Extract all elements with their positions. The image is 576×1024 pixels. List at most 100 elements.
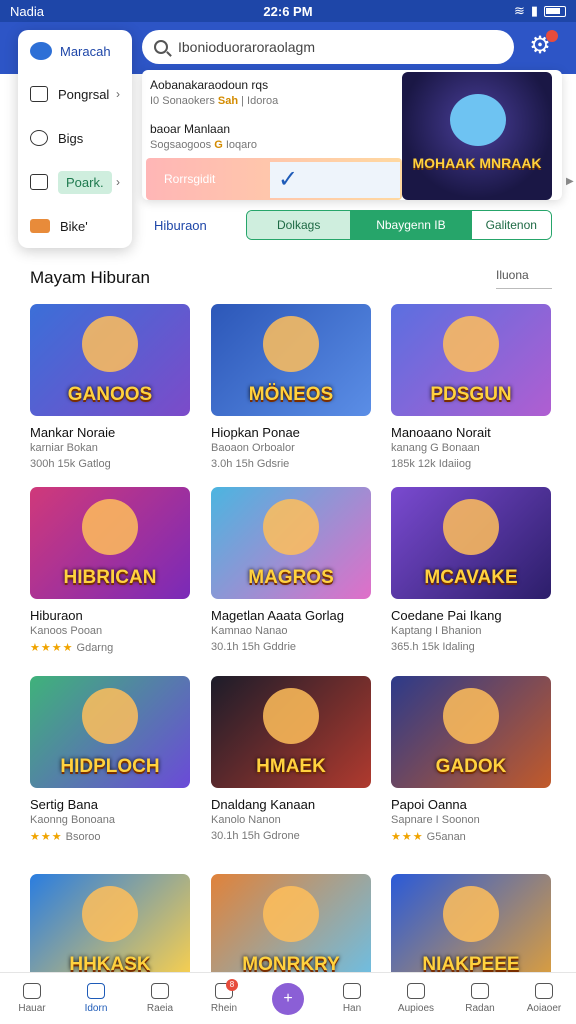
promo-title: MOHAAK MNRAAK xyxy=(412,155,542,171)
game-thumbnail[interactable]: PDSGUN xyxy=(391,304,551,416)
see-all-link[interactable]: Iluona xyxy=(496,268,552,289)
menu-item-label: Pongrsal xyxy=(58,86,110,102)
game-thumbnail[interactable]: NIAKPEEE xyxy=(391,874,551,986)
game-card[interactable]: HIDPLOCH Sertig Bana Kaonng Bonoana ★★★ Bso… xyxy=(30,676,190,843)
chevron-right-icon[interactable]: ▶ xyxy=(566,176,574,187)
suggestion-item[interactable]: baoar Manlaan Sogsaogoos G Ioqaro xyxy=(150,122,400,151)
check-icon[interactable]: ✓ xyxy=(270,162,400,198)
game-icon xyxy=(343,983,361,999)
game-stats: Gdarng xyxy=(76,642,114,654)
menu-item-label: Poark. xyxy=(58,170,112,194)
clock: 22:6 PM xyxy=(263,3,313,19)
wallet-icon xyxy=(30,174,48,190)
game-card[interactable]: GANOOS Mankar Noraie karniar Bokan 300h 15k… xyxy=(30,304,190,470)
side-menu: Maracah Pongrsal › Bigs Poark. › Bike' xyxy=(18,30,132,248)
bottom-nav: Hauar Idorn Raeia 8 Rhein + Han Aupioes Radan Aoi… xyxy=(0,972,576,1024)
menu-item-bike[interactable]: Bike' xyxy=(18,204,132,248)
segment-nbaygenn[interactable]: Nbaygenn IB xyxy=(350,211,472,239)
settings-button[interactable]: ⚙ xyxy=(526,30,558,60)
game-thumbnail[interactable]: MAGROS xyxy=(211,487,371,599)
search-input[interactable]: Ibonioduoraroraolagm xyxy=(142,30,514,64)
nav-tab-search[interactable]: Raeia xyxy=(128,973,192,1024)
mascot-image xyxy=(450,94,506,146)
menu-item-label: Bike' xyxy=(60,218,88,234)
suggestion-title: baoar Manlaan xyxy=(150,122,231,136)
nav-tab-trophy[interactable]: Radan xyxy=(448,973,512,1024)
search-icon xyxy=(151,983,169,999)
menu-item-bigs[interactable]: Bigs xyxy=(18,116,132,160)
game-logo-text: HIBRICAN xyxy=(63,567,157,588)
game-provider: Sapnare I Soonon xyxy=(391,814,480,826)
game-provider: Kanoos Pooan xyxy=(30,625,103,637)
game-meta: 30.1h 15h Gdrone xyxy=(211,830,371,842)
game-provider: Kanolo Nanon xyxy=(211,814,281,826)
game-title: Mankar Noraie xyxy=(30,425,116,440)
heart-icon xyxy=(30,130,48,146)
chevron-right-icon: › xyxy=(116,175,120,189)
character-image xyxy=(263,499,319,555)
game-stats: 300h 15k Gatlog xyxy=(30,458,111,470)
menu-header[interactable]: Maracah xyxy=(18,30,132,72)
game-card[interactable]: PDSGUN Manoaano Norait kanang G Bonaan 185k… xyxy=(391,304,551,470)
game-thumbnail[interactable]: MCAVAKE xyxy=(391,487,551,599)
menu-item-poark[interactable]: Poark. › xyxy=(18,160,132,204)
nav-tab-gift[interactable]: Aupioes xyxy=(384,973,448,1024)
game-thumbnail[interactable]: HIBRICAN xyxy=(30,487,190,599)
game-provider: Kaptang I Bhanion xyxy=(391,625,482,637)
game-thumbnail[interactable]: GADOK xyxy=(391,676,551,788)
game-title: Hiburaon xyxy=(30,608,83,623)
game-thumbnail[interactable]: GANOOS xyxy=(30,304,190,416)
nav-tab-plus[interactable]: + xyxy=(256,973,320,1024)
segment-galitenon[interactable]: Galitenon xyxy=(471,211,551,239)
character-image xyxy=(82,886,138,942)
game-provider: karniar Bokan xyxy=(30,442,98,454)
nav-link[interactable]: Hiburaon xyxy=(154,218,207,233)
nav-tab-home[interactable]: Hauar xyxy=(0,973,64,1024)
game-stats: 30.1h 15h Gdrone xyxy=(211,830,300,842)
character-image xyxy=(263,688,319,744)
character-image xyxy=(443,886,499,942)
game-logo-text: MAGROS xyxy=(248,567,334,588)
game-meta: 365.h 15k Idaling xyxy=(391,641,551,653)
nav-tab-label: Aupioes xyxy=(397,1003,435,1014)
character-image xyxy=(82,688,138,744)
nav-tab-label: Han xyxy=(342,1003,362,1014)
nav-tab-chat[interactable]: 8 Rhein xyxy=(192,973,256,1024)
nav-tab-label: Aoiaoer xyxy=(526,1003,562,1014)
game-thumbnail[interactable]: HIDPLOCH xyxy=(30,676,190,788)
chevron-right-icon: › xyxy=(116,87,120,101)
menu-item-pongrsal[interactable]: Pongrsal › xyxy=(18,72,132,116)
game-card[interactable]: HMAEK Dnaldang Kanaan Kanolo Nanon 30.1h 15… xyxy=(211,676,371,842)
game-card[interactable]: HIBRICAN Hiburaon Kanoos Pooan ★★★★ Gdarng xyxy=(30,487,190,654)
game-meta: 300h 15k Gatlog xyxy=(30,458,190,470)
game-title: Magetlan Aaata Gorlag xyxy=(211,608,344,623)
game-meta: ★★★★ Gdarng xyxy=(30,641,190,654)
game-stats: 185k 12k Idaiiog xyxy=(391,458,472,470)
plus-icon: + xyxy=(272,982,304,1015)
game-card[interactable]: MAGROS Magetlan Aaata Gorlag Kamnao Nanao 3… xyxy=(211,487,371,653)
game-stats: 365.h 15k Idaling xyxy=(391,641,475,653)
segment-dolkags[interactable]: Dolkags xyxy=(247,211,351,239)
nav-tab-label: Rhein xyxy=(210,1003,238,1014)
game-thumbnail[interactable]: HHKASK xyxy=(30,874,190,986)
game-thumbnail[interactable]: MÖNEOS xyxy=(211,304,371,416)
game-thumbnail[interactable]: MONRKRY xyxy=(211,874,371,986)
game-title: Dnaldang Kanaan xyxy=(211,797,316,812)
game-thumbnail[interactable]: HMAEK xyxy=(211,676,371,788)
character-image xyxy=(82,499,138,555)
promo-banner[interactable]: MOHAAK MNRAAK xyxy=(402,72,552,200)
nav-tab-game[interactable]: Han xyxy=(320,973,384,1024)
suggestion-item[interactable]: Aobanakaraodoun rqs I0 Sonaokers Sah | I… xyxy=(150,78,400,107)
game-card[interactable]: MÖNEOS Hiopkan Ponae Baoaon Orboalor 3.0h 1… xyxy=(211,304,371,470)
game-logo-text: HMAEK xyxy=(256,756,326,777)
character-image xyxy=(443,499,499,555)
game-stats: 30.1h 15h Gddrie xyxy=(211,641,297,653)
nav-tab-profile[interactable]: Aoiaoer xyxy=(512,973,576,1024)
basket-icon xyxy=(30,219,50,233)
nav-tab-explore[interactable]: Idorn xyxy=(64,973,128,1024)
nav-tab-label: Idorn xyxy=(84,1003,108,1014)
game-card[interactable]: MCAVAKE Coedane Pai Ikang Kaptang I Bhanio… xyxy=(391,487,551,653)
game-meta: 3.0h 15h Gdsrie xyxy=(211,458,371,470)
character-image xyxy=(263,886,319,942)
game-card[interactable]: GADOK Papoi Oanna Sapnare I Soonon ★★★ G5an… xyxy=(391,676,551,843)
